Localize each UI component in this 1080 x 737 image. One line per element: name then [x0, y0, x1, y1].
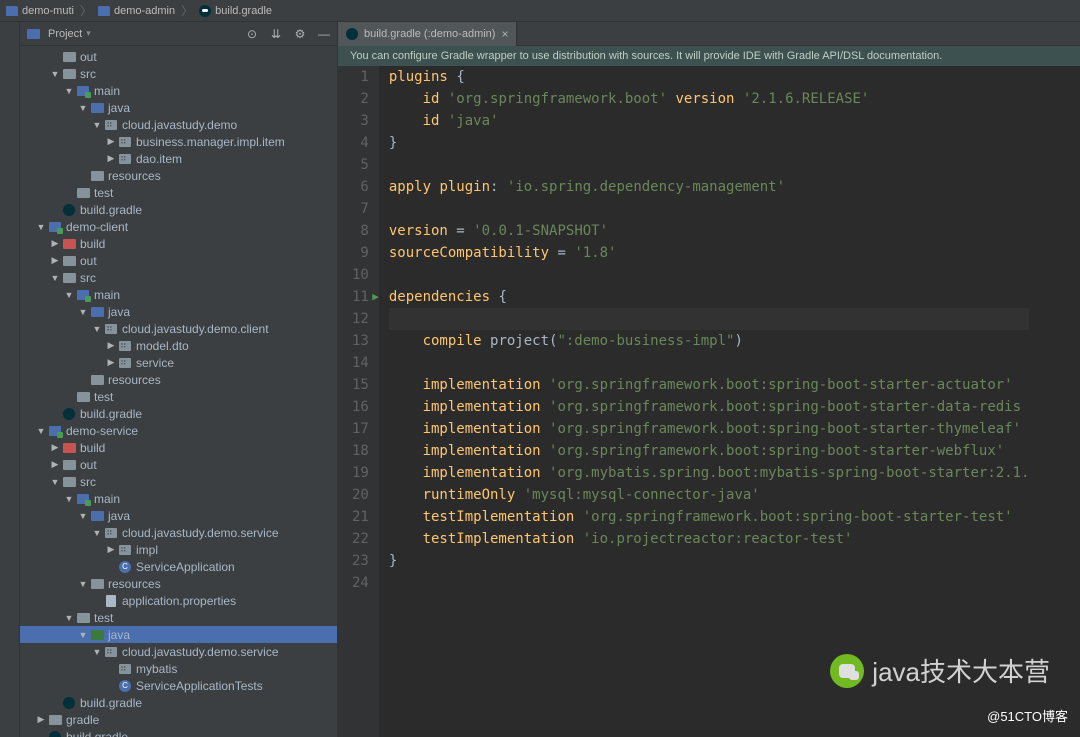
code-editor[interactable]: 1234567891011▶12131415161718192021222324… [338, 66, 1080, 737]
gradle-icon [346, 28, 358, 40]
tree-item[interactable]: ▼cloud.javastudy.demo.service [20, 524, 337, 541]
editor-area: build.gradle (:demo-admin) × You can con… [338, 22, 1080, 737]
code-content[interactable]: plugins { id 'org.springframework.boot' … [379, 66, 1030, 737]
tree-item[interactable]: ▶service [20, 354, 337, 371]
tree-item[interactable]: ▼main [20, 286, 337, 303]
tree-item[interactable]: ▼java [20, 626, 337, 643]
tree-item[interactable]: build.gradle [20, 405, 337, 422]
tree-item[interactable]: out [20, 48, 337, 65]
sidebar-title: Project [48, 28, 82, 40]
tree-item[interactable]: resources [20, 371, 337, 388]
tree-item[interactable]: ▼main [20, 82, 337, 99]
breadcrumb: demo-muti〉demo-admin〉build.gradle [0, 0, 1080, 22]
tree-item[interactable]: application.properties [20, 592, 337, 609]
tree-item[interactable]: mybatis [20, 660, 337, 677]
tree-item[interactable]: build.gradle [20, 728, 337, 737]
hide-icon[interactable]: — [317, 27, 331, 41]
tree-item[interactable]: ▶dao.item [20, 150, 337, 167]
main-panel: Project ▾ ⊙ ⇊ ⚙ — out▼src▼main▼java▼clou… [0, 22, 1080, 737]
tree-item[interactable]: ▼demo-service [20, 422, 337, 439]
tree-item[interactable]: CServiceApplication [20, 558, 337, 575]
tree-item[interactable]: ▶out [20, 456, 337, 473]
tree-item[interactable]: ▼java [20, 507, 337, 524]
tree-item[interactable]: ▶build [20, 235, 337, 252]
tree-item[interactable]: test [20, 388, 337, 405]
breadcrumb-item[interactable]: build.gradle [199, 5, 272, 17]
breadcrumb-item[interactable]: demo-admin [98, 5, 175, 17]
tree-item[interactable]: build.gradle [20, 694, 337, 711]
sidebar-header: Project ▾ ⊙ ⇊ ⚙ — [20, 22, 337, 46]
collapse-icon[interactable]: ⇊ [269, 27, 283, 41]
tree-item[interactable]: ▼java [20, 303, 337, 320]
tab-build-gradle[interactable]: build.gradle (:demo-admin) × [338, 22, 517, 46]
tree-item[interactable]: ▶out [20, 252, 337, 269]
tree-item[interactable]: test [20, 184, 337, 201]
gradle-banner[interactable]: You can configure Gradle wrapper to use … [338, 46, 1080, 66]
tree-item[interactable]: ▼main [20, 490, 337, 507]
tree-item[interactable]: ▼cloud.javastudy.demo.service [20, 643, 337, 660]
tree-item[interactable]: ▼test [20, 609, 337, 626]
tree-item[interactable]: ▼resources [20, 575, 337, 592]
tree-item[interactable]: ▼java [20, 99, 337, 116]
project-tree[interactable]: out▼src▼main▼java▼cloud.javastudy.demo▶b… [20, 46, 337, 737]
tree-item[interactable]: ▶impl [20, 541, 337, 558]
tree-item[interactable]: ▶gradle [20, 711, 337, 728]
tab-label: build.gradle (:demo-admin) [364, 28, 495, 40]
line-gutter: 1234567891011▶12131415161718192021222324 [338, 66, 379, 737]
tree-item[interactable]: ▶model.dto [20, 337, 337, 354]
breadcrumb-item[interactable]: demo-muti [6, 5, 74, 17]
left-tool-strip[interactable] [0, 22, 20, 737]
tree-item[interactable]: ▼src [20, 65, 337, 82]
tree-item[interactable]: build.gradle [20, 201, 337, 218]
tree-item[interactable]: ▼cloud.javastudy.demo.client [20, 320, 337, 337]
tree-item[interactable]: resources [20, 167, 337, 184]
tree-item[interactable]: ▼src [20, 473, 337, 490]
project-sidebar: Project ▾ ⊙ ⇊ ⚙ — out▼src▼main▼java▼clou… [20, 22, 338, 737]
tree-item[interactable]: ▶build [20, 439, 337, 456]
tree-item[interactable]: ▼demo-client [20, 218, 337, 235]
gear-icon[interactable]: ⚙ [293, 27, 307, 41]
target-icon[interactable]: ⊙ [245, 27, 259, 41]
tree-item[interactable]: ▶business.manager.impl.item [20, 133, 337, 150]
editor-tabs: build.gradle (:demo-admin) × [338, 22, 1080, 46]
tree-item[interactable]: ▼src [20, 269, 337, 286]
tree-item[interactable]: CServiceApplicationTests [20, 677, 337, 694]
tree-item[interactable]: ▼cloud.javastudy.demo [20, 116, 337, 133]
close-icon[interactable]: × [501, 27, 508, 41]
